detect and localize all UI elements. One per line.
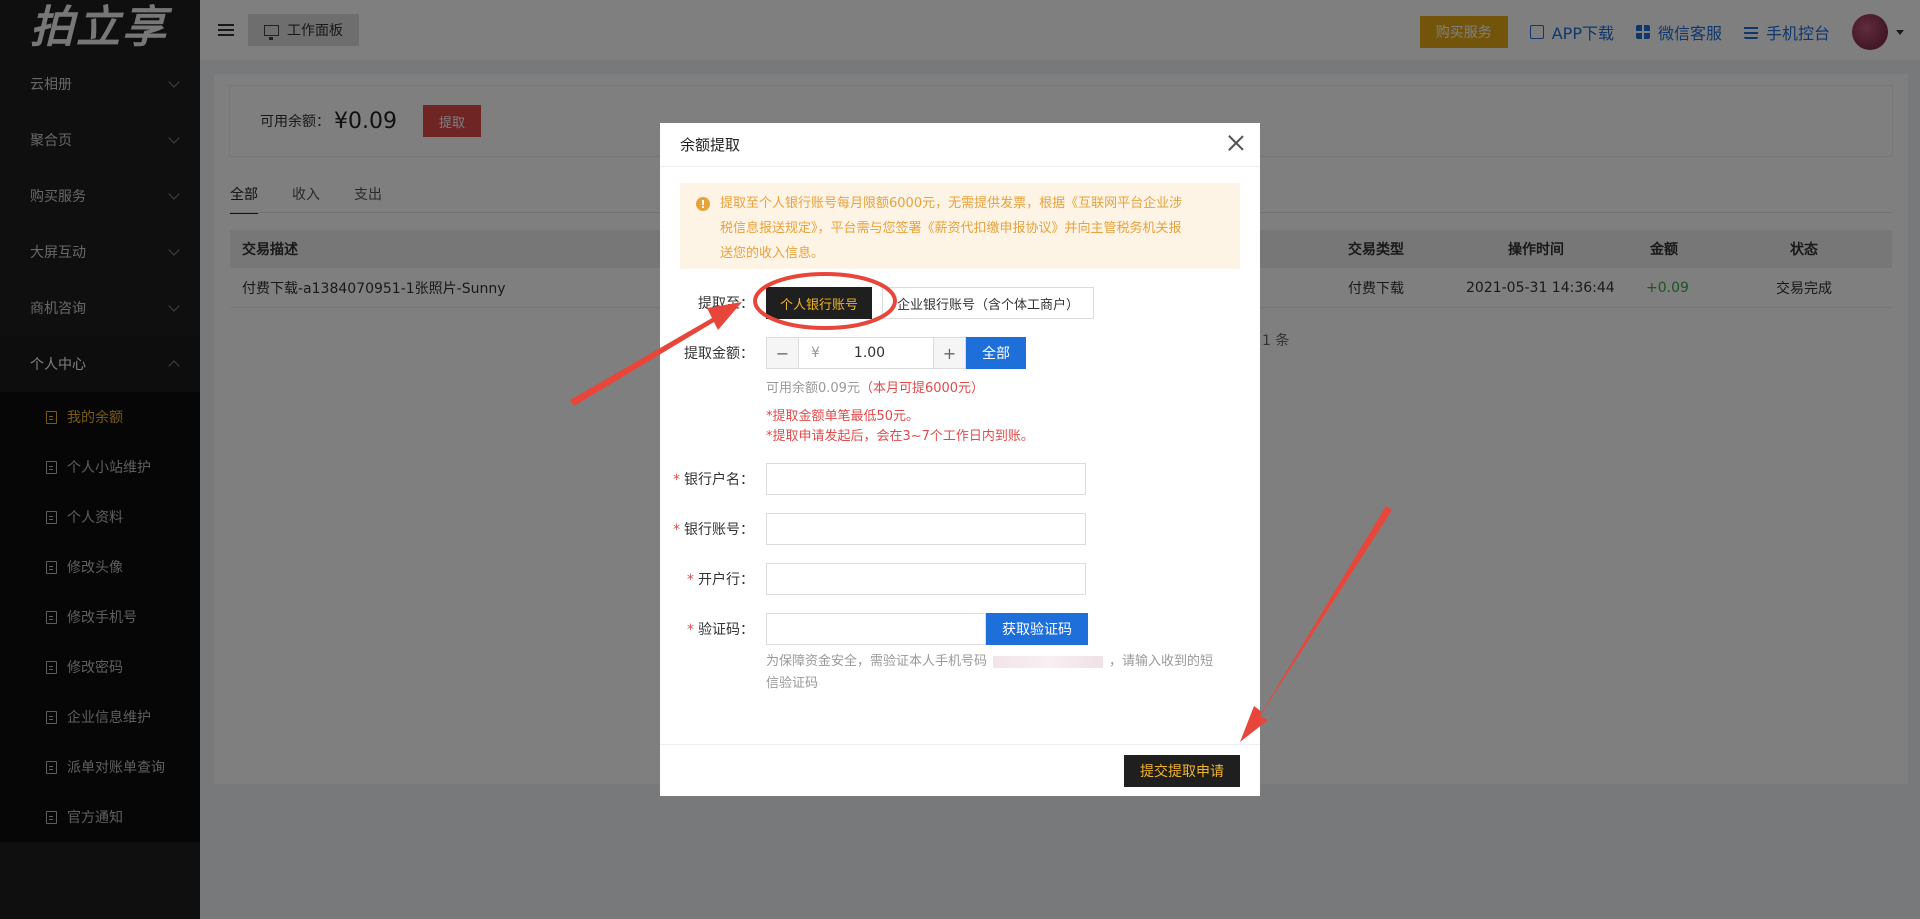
warning-icon: ! xyxy=(696,197,710,211)
amount-input[interactable]: ¥ 1.00 xyxy=(799,338,933,368)
amount-row: 提取金额： − ¥ 1.00 + 全部 xyxy=(660,337,1260,369)
masked-phone xyxy=(993,655,1104,668)
amount-value: 1.00 xyxy=(853,345,886,361)
withdraw-modal: 余额提取 ! 提取至个人银行账号每月限额6000元，无需提供发票，根据《互联网平… xyxy=(660,123,1260,796)
account-number-label: * 银行账号： xyxy=(673,522,754,538)
available-hint: 可用余额0.09元（本月可提6000元） xyxy=(766,377,984,396)
account-number-row: * 银行账号： xyxy=(660,513,1260,545)
account-name-input[interactable] xyxy=(766,463,1086,495)
account-name-row: * 银行户名： xyxy=(660,463,1260,495)
amount-label: 提取金额： xyxy=(684,346,754,362)
currency-symbol: ¥ xyxy=(811,345,820,361)
code-input[interactable] xyxy=(766,613,986,645)
notice-line: 税信息报送规定》，平台需与您签署《薪资代扣缴申报协议》并向主管税务机关报 xyxy=(720,221,1182,236)
get-code-button[interactable]: 获取验证码 xyxy=(986,613,1088,645)
submit-withdraw-button[interactable]: 提交提取申请 xyxy=(1124,755,1240,787)
monthly-limit-text: （本月可提6000元） xyxy=(859,381,985,396)
notice-line: 提取至个人银行账号每月限额6000元，无需提供发票，根据《互联网平台企业涉 xyxy=(720,196,1183,211)
bank-row: * 开户行： xyxy=(660,563,1260,595)
close-icon[interactable] xyxy=(1226,133,1246,153)
min-amount-rule: *提取金额单笔最低50元。 xyxy=(766,409,920,424)
withdraw-notice: ! 提取至个人银行账号每月限额6000元，无需提供发票，根据《互联网平台企业涉 … xyxy=(680,183,1240,269)
arrival-time-rule: *提取申请发起后，会在3~7个工作日内到账。 xyxy=(766,429,1034,444)
verify-hint-text: ，请输入收到的短 xyxy=(1109,654,1214,669)
option-company-account[interactable]: 企业银行账号（含个体工商户） xyxy=(882,287,1095,319)
bank-input[interactable] xyxy=(766,563,1086,595)
bank-label: * 开户行： xyxy=(687,572,754,588)
verify-hint-text: 为保障资金安全，需验证本人手机号码 xyxy=(766,654,988,669)
option-personal-account[interactable]: 个人银行账号 xyxy=(766,287,873,319)
account-number-input[interactable] xyxy=(766,513,1086,545)
amount-stepper: − ¥ 1.00 + xyxy=(766,337,966,369)
notice-line: 送您的收入信息。 xyxy=(720,246,825,261)
verify-hint: 为保障资金安全，需验证本人手机号码 ，请输入收到的短 信验证码 xyxy=(766,651,1240,695)
plus-icon[interactable]: + xyxy=(933,338,965,368)
minus-icon[interactable]: − xyxy=(767,338,799,368)
withdraw-all-button[interactable]: 全部 xyxy=(966,337,1026,369)
code-row: * 验证码： 获取验证码 xyxy=(660,613,1260,645)
account-name-label: * 银行户名： xyxy=(673,472,754,488)
modal-footer: 提交提取申请 xyxy=(660,744,1260,796)
modal-title: 余额提取 xyxy=(660,123,1260,167)
code-label: * 验证码： xyxy=(687,622,754,638)
verify-hint-text: 信验证码 xyxy=(766,676,819,691)
withdraw-to-label: 提取至： xyxy=(698,296,754,312)
withdraw-to-row: 提取至： 个人银行账号 企业银行账号（含个体工商户） xyxy=(660,287,1260,319)
available-balance-text: 可用余额0.09元 xyxy=(766,381,860,396)
